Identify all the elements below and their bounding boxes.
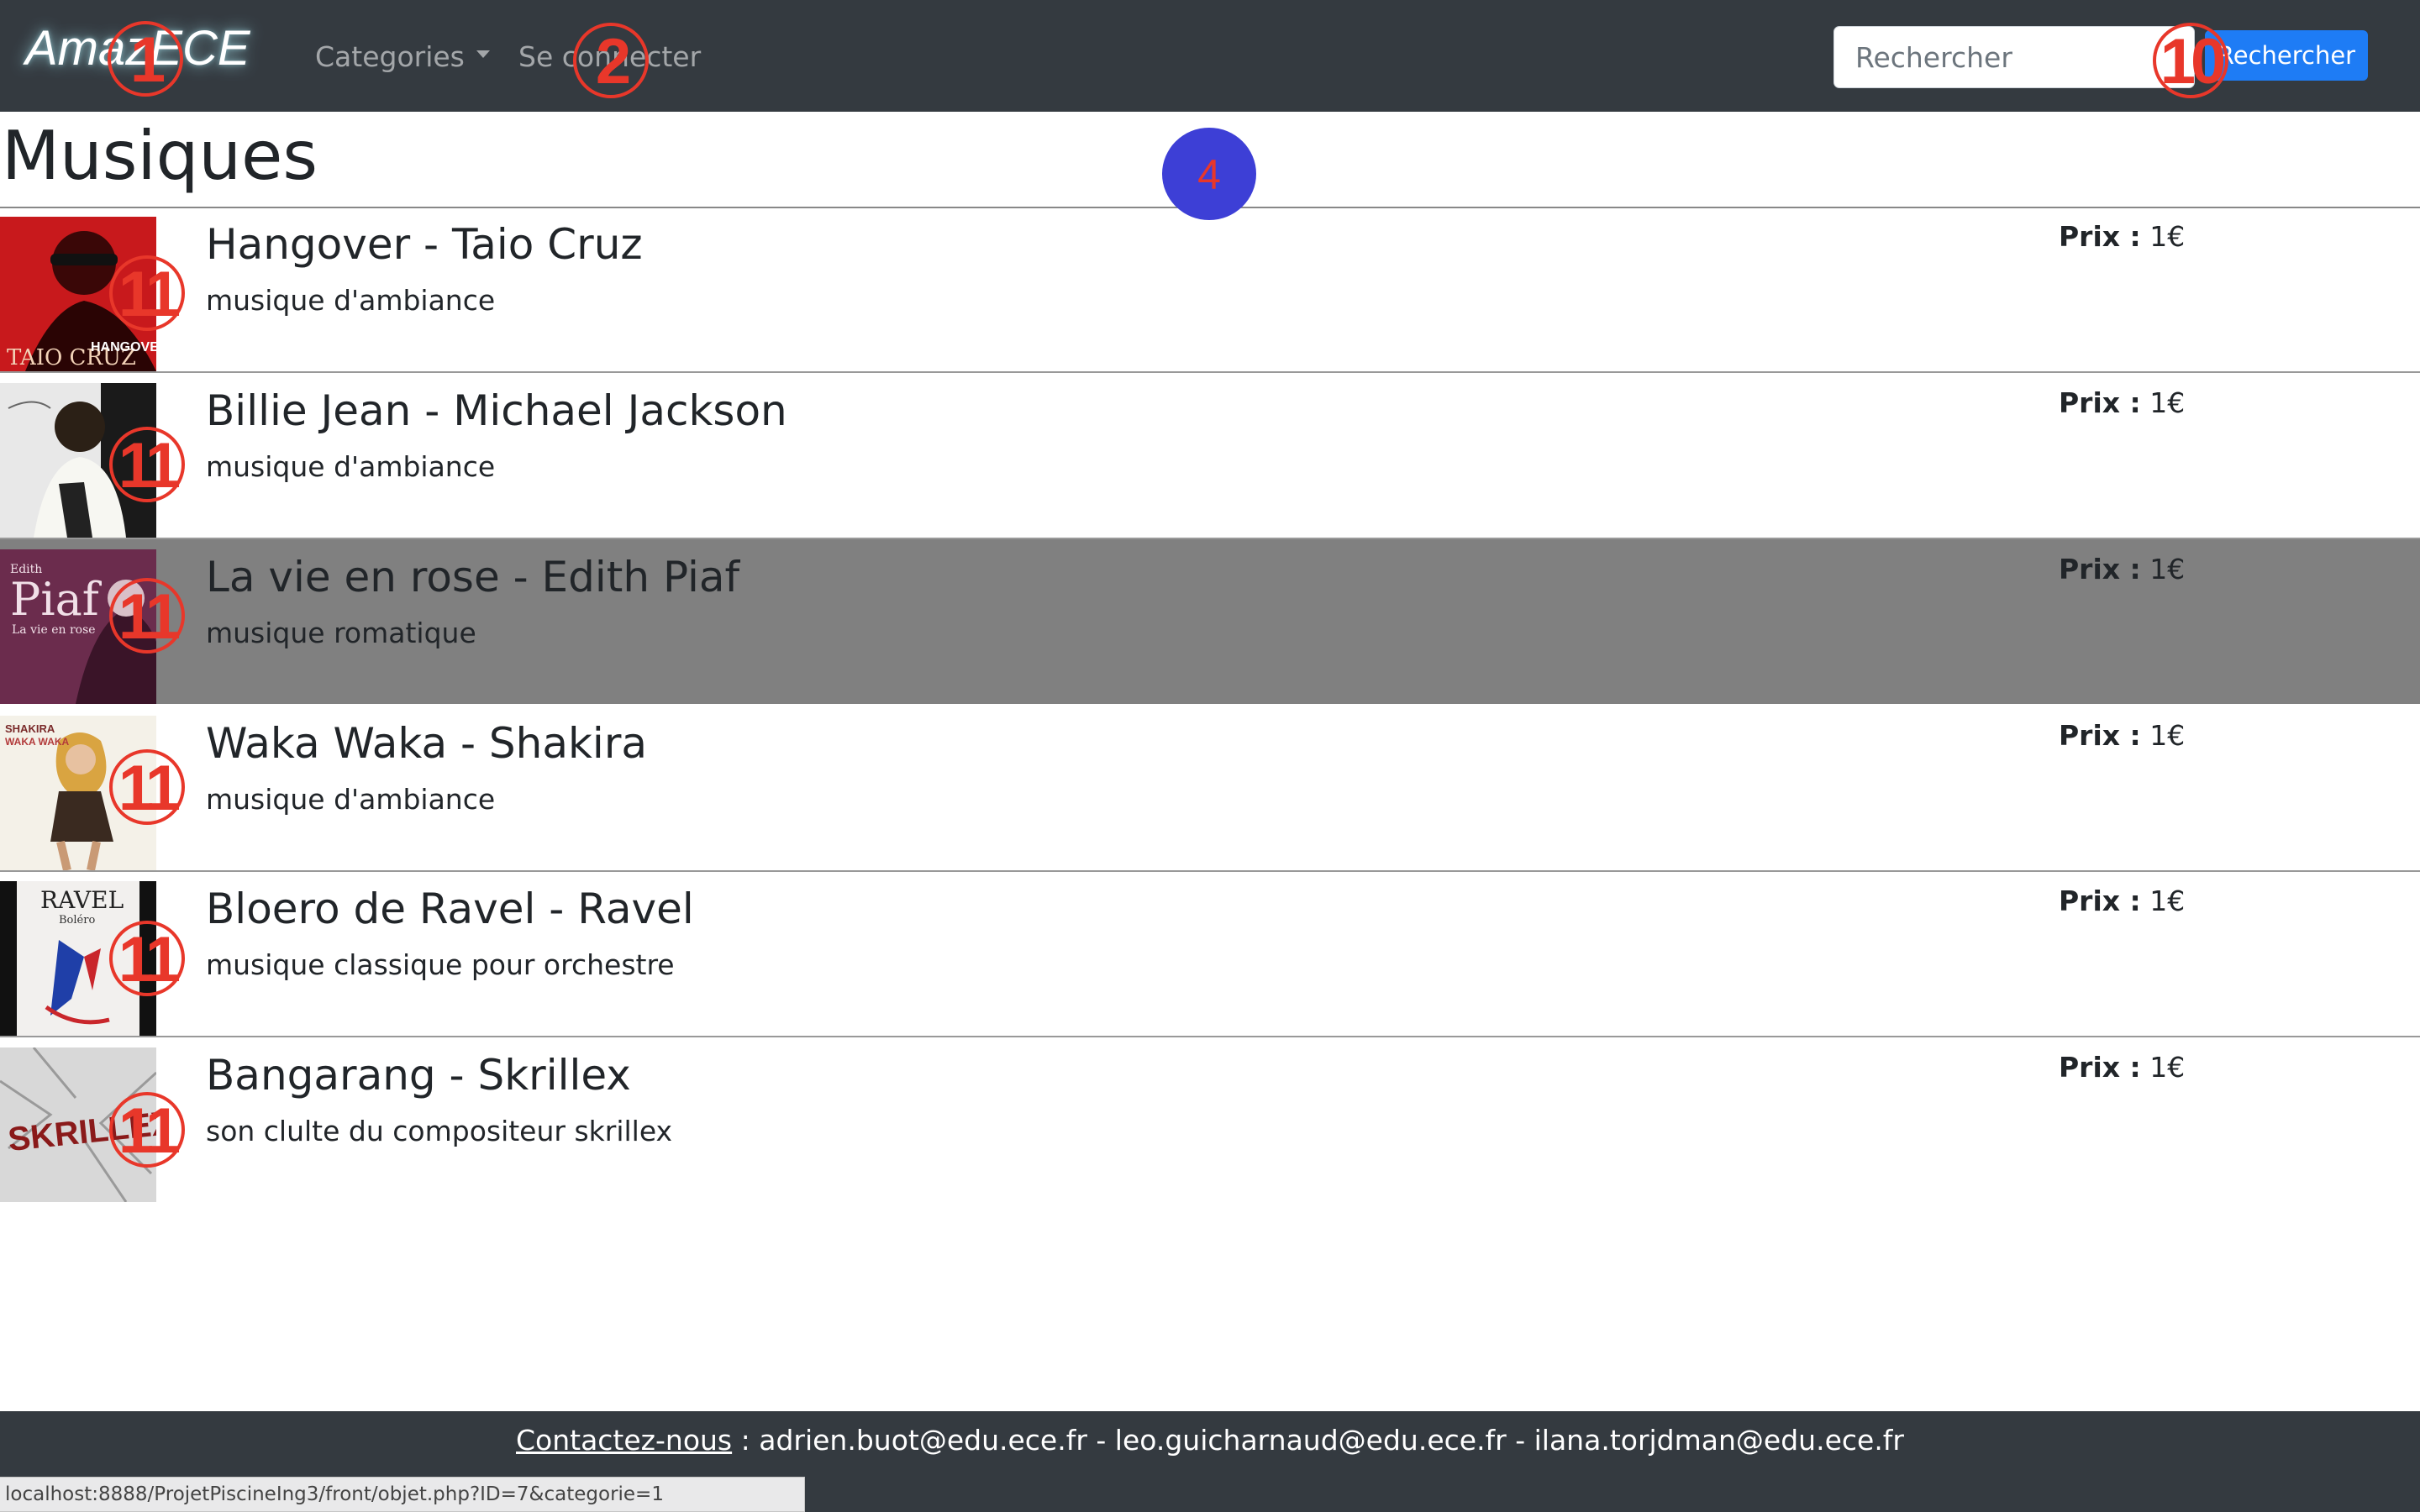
item-description: son clulte du compositeur skrillex — [206, 1115, 673, 1147]
price-value: 1€ — [2149, 719, 2186, 752]
categories-label: Categories — [315, 40, 465, 73]
search-input[interactable] — [1833, 26, 2195, 88]
cover-text-top: RAVEL — [40, 886, 124, 914]
item-description: musique d'ambiance — [206, 783, 496, 816]
caret-down-icon — [476, 50, 490, 58]
item-price: Prix : 1€ — [2059, 1047, 2185, 1088]
item-description: musique d'ambiance — [206, 284, 496, 317]
page-title: Musiques — [2, 117, 318, 195]
item-price: Prix : 1€ — [2059, 881, 2185, 921]
product-item-la-vie-en-rose[interactable]: Edith Piaf La vie en rose La vie en rose… — [0, 539, 2420, 704]
status-bar-url: localhost:8888/ProjetPiscineIng3/front/o… — [0, 1477, 805, 1512]
price-label: Prix : — [2059, 1051, 2141, 1084]
product-item-billie-jean[interactable]: Billie Jean - Michael Jackson musique d'… — [0, 373, 2420, 539]
item-title[interactable]: La vie en rose - Edith Piaf — [206, 549, 739, 605]
item-title[interactable]: Waka Waka - Shakira — [206, 716, 647, 771]
price-value: 1€ — [2149, 553, 2186, 585]
cover-text-main: Piaf — [10, 573, 103, 626]
login-link[interactable]: Se connecter — [518, 37, 701, 77]
price-value: 1€ — [2149, 885, 2186, 917]
search-button[interactable]: Rechercher — [2205, 30, 2368, 81]
price-value: 1€ — [2149, 1051, 2186, 1084]
album-cover-hangover: TAIO CRUZ HANGOVER — [0, 217, 156, 371]
price-label: Prix : — [2059, 386, 2141, 419]
cover-text-bottom: Boléro — [59, 914, 95, 927]
price-value: 1€ — [2149, 386, 2186, 419]
price-label: Prix : — [2059, 885, 2141, 917]
categories-dropdown[interactable]: Categories — [315, 37, 490, 77]
item-title[interactable]: Bangarang - Skrillex — [206, 1047, 631, 1103]
item-price: Prix : 1€ — [2059, 716, 2185, 756]
album-cover-la-vie-en-rose: Edith Piaf La vie en rose — [0, 549, 156, 704]
album-cover-waka-waka: SHAKIRA WAKA WAKA — [0, 716, 156, 870]
footer-emails: : adrien.buot@edu.ece.fr - leo.guicharna… — [732, 1424, 1904, 1457]
item-description: musique classique pour orchestre — [206, 948, 675, 981]
album-cover-bolero: RAVEL Boléro — [0, 881, 156, 1036]
item-title[interactable]: Bloero de Ravel - Ravel — [206, 881, 694, 937]
price-label: Prix : — [2059, 220, 2141, 253]
cover-text-bottom: La vie en rose — [12, 623, 96, 637]
item-description: musique romatique — [206, 617, 476, 649]
product-item-bolero[interactable]: RAVEL Boléro Bloero de Ravel - Ravel mus… — [0, 871, 2420, 1037]
item-price: Prix : 1€ — [2059, 217, 2185, 257]
item-price: Prix : 1€ — [2059, 383, 2185, 423]
price-label: Prix : — [2059, 719, 2141, 752]
product-item-hangover[interactable]: TAIO CRUZ HANGOVER Hangover - Taio Cruz … — [0, 207, 2420, 373]
album-cover-billie-jean — [0, 383, 156, 538]
album-cover-bangarang: SKRILLEX — [0, 1047, 156, 1202]
item-description: musique d'ambiance — [206, 450, 496, 483]
item-title[interactable]: Billie Jean - Michael Jackson — [206, 383, 787, 438]
price-label: Prix : — [2059, 553, 2141, 585]
cover-text-bottom: HANGOVER — [91, 340, 156, 354]
contact-link[interactable]: Contactez-nous — [516, 1424, 732, 1457]
product-item-bangarang[interactable]: SKRILLEX Bangarang - Skrillex son clulte… — [0, 1037, 2420, 1202]
footer-contact: Contactez-nous : adrien.buot@edu.ece.fr … — [0, 1411, 2420, 1460]
brand-logo[interactable]: AmazECE — [25, 18, 250, 79]
navbar: AmazECE Categories Se connecter Recherch… — [0, 0, 2420, 112]
cover-text-bottom: WAKA WAKA — [5, 736, 70, 748]
item-price: Prix : 1€ — [2059, 549, 2185, 590]
product-item-waka-waka[interactable]: SHAKIRA WAKA WAKA Waka Waka - Shakira mu… — [0, 706, 2420, 872]
price-value: 1€ — [2149, 220, 2186, 253]
cover-text-top: SHAKIRA — [5, 722, 55, 735]
item-title[interactable]: Hangover - Taio Cruz — [206, 217, 643, 272]
